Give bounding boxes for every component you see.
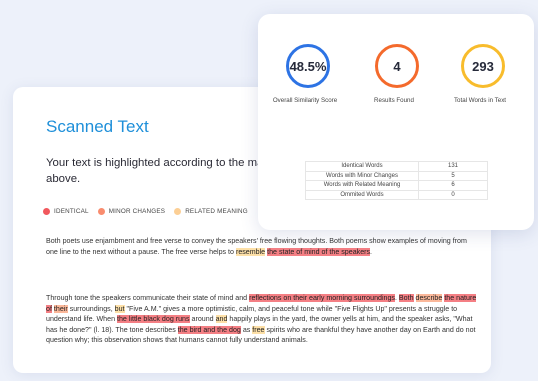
scanned-paragraph-1: Both poets use enjambment and free verse…: [46, 236, 478, 257]
highlight-yellow: resemble: [235, 247, 266, 256]
similarity-score-ring: 48.5%: [286, 44, 330, 88]
legend-related-meaning-label: RELATED MEANING: [185, 208, 248, 215]
highlight-orange: their: [53, 304, 68, 313]
total-words-label: Total Words in Text: [453, 97, 507, 104]
instructions-line-2: above.: [46, 173, 81, 185]
highlight-red: the state of mind of the speakers: [267, 247, 371, 256]
legend-identical-label: IDENTICAL: [54, 208, 89, 215]
results-found-value: 4: [393, 58, 401, 74]
row-label: Identical Words: [305, 161, 419, 172]
text-segment: around: [189, 315, 216, 324]
related-meaning-dot-icon: [174, 208, 182, 215]
highlight-red: the little black dog runs: [116, 315, 190, 324]
table-row: Identical Words 131: [305, 161, 488, 172]
row-label: Ommited Words: [305, 189, 419, 201]
total-words-value: 293: [472, 58, 494, 74]
row-label: Words with Related Meaning: [305, 180, 419, 191]
highlight-red: Both: [398, 294, 414, 302]
row-count: 131: [418, 161, 488, 172]
table-row: Words with Minor Changes 5: [305, 170, 488, 182]
minor-changes-dot-icon: [97, 208, 105, 215]
highlight-legend: IDENTICAL MINOR CHANGES RELATED MEANING: [43, 208, 257, 215]
text-segment: as: [240, 325, 253, 334]
highlight-yellow: free: [252, 325, 265, 334]
total-words-ring: 293: [461, 44, 505, 88]
highlight-orange: describe: [415, 294, 443, 302]
similarity-stats-card: 48.5% Overall Similarity Score 4 Results…: [258, 14, 534, 230]
row-count: 0: [418, 189, 488, 201]
highlight-yellow: and: [215, 315, 228, 324]
similarity-score-label: Overall Similarity Score: [272, 97, 338, 104]
legend-related-meaning: RELATED MEANING: [174, 208, 248, 215]
text-segment: surroundings,: [67, 304, 115, 313]
table-row: Words with Related Meaning 6: [305, 180, 488, 191]
identical-dot-icon: [43, 208, 50, 215]
highlight-yellow: but: [114, 304, 125, 313]
highlight-instructions: Your text is highlighted according to th…: [46, 155, 276, 187]
scanned-text-title: Scanned Text: [46, 117, 149, 136]
legend-minor-changes-label: MINOR CHANGES: [108, 208, 166, 215]
instructions-line-1: Your text is highlighted according to th…: [46, 157, 264, 169]
legend-identical: IDENTICAL: [43, 208, 89, 215]
table-row: Ommited Words 0: [305, 189, 488, 201]
similarity-score-value: 48.5%: [289, 58, 327, 74]
text-segment: Through tone the speakers communicate th…: [46, 294, 250, 302]
row-count: 5: [418, 170, 488, 182]
highlight-red: reflections on their early morning surro…: [249, 294, 395, 302]
results-found-label: Results Found: [374, 97, 414, 104]
scanned-paragraph-2: Through tone the speakers communicate th…: [46, 293, 478, 346]
text-segment: .: [370, 247, 373, 256]
row-count: 6: [418, 180, 488, 191]
row-label: Words with Minor Changes: [305, 170, 419, 182]
word-breakdown-table: Identical Words 131 Words with Minor Cha…: [305, 161, 488, 201]
results-found-ring: 4: [375, 44, 419, 88]
highlight-red: the bird and the dog: [177, 325, 241, 334]
legend-minor-changes: MINOR CHANGES: [97, 208, 166, 215]
